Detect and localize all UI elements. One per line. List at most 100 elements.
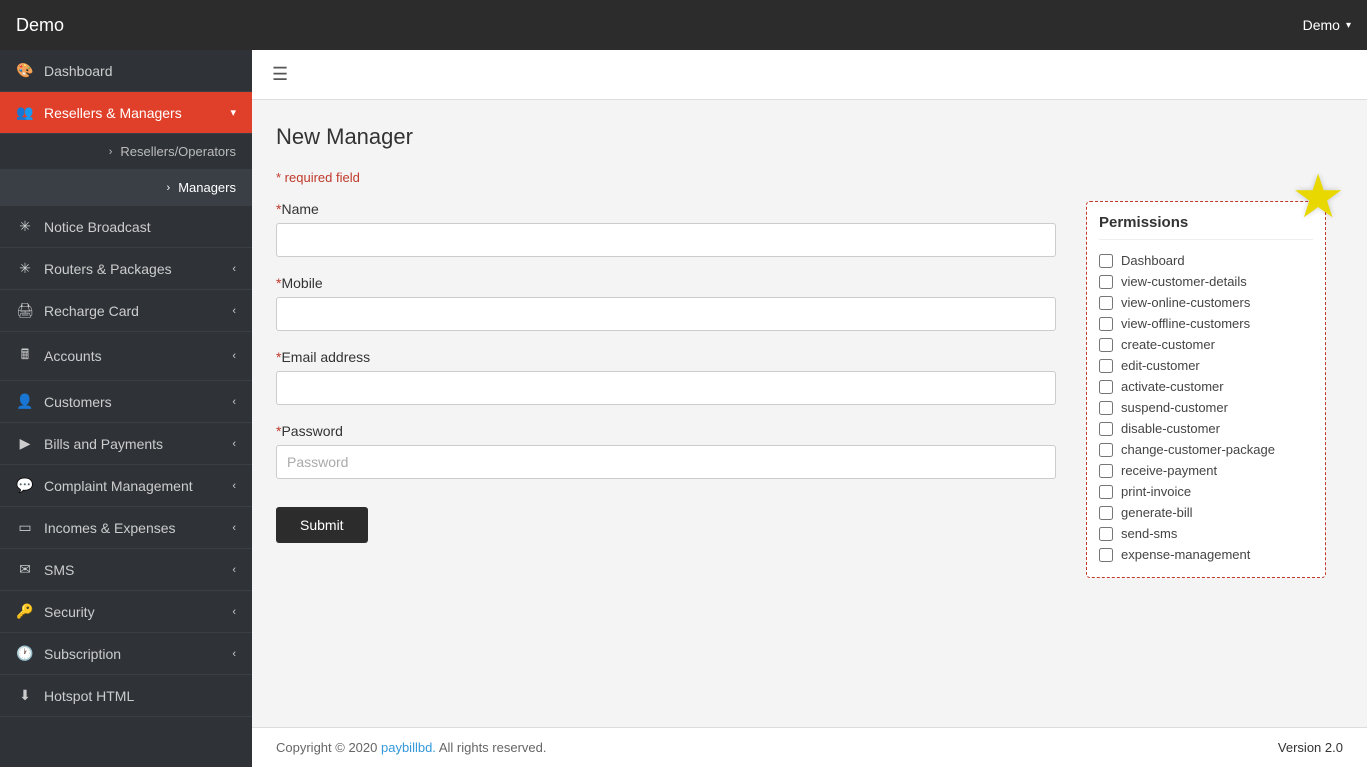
sidebar-item-label: Recharge Card <box>44 303 139 319</box>
permission-item-activate-customer: activate-customer <box>1099 376 1313 397</box>
permission-checkbox-disable-customer[interactable] <box>1099 422 1113 436</box>
main-content: ☰ New Manager * required field *Name *Mo… <box>252 50 1367 767</box>
permission-item-print-invoice: print-invoice <box>1099 481 1313 502</box>
sidebar-item-label: Security <box>44 604 95 620</box>
footer-brand-link[interactable]: paybillbd. <box>381 740 436 755</box>
sidebar-item-label: Notice Broadcast <box>44 219 151 235</box>
footer-version: Version 2.0 <box>1278 740 1343 755</box>
permission-label: send-sms <box>1121 526 1177 541</box>
permission-checkbox-change-customer-package[interactable] <box>1099 443 1113 457</box>
sidebar-item-label: SMS <box>44 562 74 578</box>
permission-label: view-customer-details <box>1121 274 1247 289</box>
sidebar-item-customers[interactable]: 👤 Customers ‹ <box>0 381 252 423</box>
name-label: *Name <box>276 201 1056 217</box>
permission-checkbox-view-offline-customers[interactable] <box>1099 317 1113 331</box>
password-input[interactable] <box>276 445 1056 479</box>
permission-item-send-sms: send-sms <box>1099 523 1313 544</box>
permission-checkbox-expense-management[interactable] <box>1099 548 1113 562</box>
user-menu[interactable]: Demo ▾ <box>1303 17 1351 33</box>
permission-label: change-customer-package <box>1121 442 1275 457</box>
sidebar-item-dashboard[interactable]: 🎨 Dashboard <box>0 50 252 92</box>
permission-checkbox-activate-customer[interactable] <box>1099 380 1113 394</box>
permission-item-generate-bill: generate-bill <box>1099 502 1313 523</box>
footer-copyright-text: Copyright © 2020 <box>276 740 377 755</box>
sidebar-item-notice-broadcast[interactable]: ✳ Notice Broadcast <box>0 206 252 248</box>
chevron-down-icon: ▾ <box>230 106 236 119</box>
permission-checkbox-create-customer[interactable] <box>1099 338 1113 352</box>
email-input[interactable] <box>276 371 1056 405</box>
permission-item-view-offline-customers: view-offline-customers <box>1099 313 1313 334</box>
sidebar-item-label: Incomes & Expenses <box>44 520 176 536</box>
permission-label: disable-customer <box>1121 421 1220 436</box>
notice-icon: ✳ <box>16 218 34 235</box>
permission-label: receive-payment <box>1121 463 1217 478</box>
sidebar-item-label: Hotspot HTML <box>44 688 134 704</box>
sidebar-item-incomes-expenses[interactable]: ▭ Incomes & Expenses ‹ <box>0 507 252 549</box>
sidebar-item-accounts[interactable]: 🖩 Accounts ‹ <box>0 332 252 381</box>
accounts-icon: 🖩 <box>16 344 34 368</box>
sidebar-item-label: Subscription <box>44 646 121 662</box>
recharge-icon: 🖨 <box>16 302 34 319</box>
permission-checkbox-print-invoice[interactable] <box>1099 485 1113 499</box>
permission-item-view-customer-details: view-customer-details <box>1099 271 1313 292</box>
password-label: *Password <box>276 423 1056 439</box>
incomes-icon: ▭ <box>16 519 34 536</box>
permission-checkbox-view-online-customers[interactable] <box>1099 296 1113 310</box>
chevron-right-icon: › <box>109 146 113 158</box>
permission-label: suspend-customer <box>1121 400 1228 415</box>
page-title: New Manager <box>276 124 1343 150</box>
sidebar-item-hotspot-html[interactable]: ⬇ Hotspot HTML <box>0 675 252 717</box>
sidebar-item-complaint-management[interactable]: 💬 Complaint Management ‹ <box>0 465 252 507</box>
permission-checkbox-suspend-customer[interactable] <box>1099 401 1113 415</box>
main-body: New Manager * required field *Name *Mobi… <box>252 100 1367 727</box>
chevron-right-icon: ‹ <box>232 396 236 408</box>
sidebar-item-label: Managers <box>178 180 236 195</box>
hamburger-icon[interactable]: ☰ <box>272 64 288 85</box>
permission-label: activate-customer <box>1121 379 1224 394</box>
submit-button[interactable]: Submit <box>276 507 368 543</box>
sidebar-item-sms[interactable]: ✉ SMS ‹ <box>0 549 252 591</box>
sidebar-item-routers-packages[interactable]: ✳ Routers & Packages ‹ <box>0 248 252 290</box>
security-icon: 🔑 <box>16 603 34 620</box>
sidebar-item-label: Dashboard <box>44 63 113 79</box>
sidebar-item-label: Complaint Management <box>44 478 193 494</box>
permission-label: generate-bill <box>1121 505 1193 520</box>
sidebar-item-label: Bills and Payments <box>44 436 163 452</box>
permission-item-create-customer: create-customer <box>1099 334 1313 355</box>
sidebar-item-security[interactable]: 🔑 Security ‹ <box>0 591 252 633</box>
permission-checkbox-receive-payment[interactable] <box>1099 464 1113 478</box>
sidebar-item-label: Routers & Packages <box>44 261 172 277</box>
permission-checkbox-generate-bill[interactable] <box>1099 506 1113 520</box>
footer-rights: All rights reserved. <box>439 740 547 755</box>
sidebar-item-label: Accounts <box>44 348 102 364</box>
permission-checkbox-edit-customer[interactable] <box>1099 359 1113 373</box>
sidebar-item-resellers-managers[interactable]: 👥 Resellers & Managers ▾ <box>0 92 252 134</box>
form-left: *Name *Mobile *Email address <box>276 201 1056 543</box>
name-input[interactable] <box>276 223 1056 257</box>
chevron-down-icon: ▾ <box>1346 20 1351 31</box>
permission-label: view-online-customers <box>1121 295 1250 310</box>
sidebar-item-bills-payments[interactable]: ▶ Bills and Payments ‹ <box>0 423 252 465</box>
permissions-title: Permissions <box>1099 214 1313 240</box>
permission-checkbox-view-customer-details[interactable] <box>1099 275 1113 289</box>
permission-label: view-offline-customers <box>1121 316 1250 331</box>
mobile-field-group: *Mobile <box>276 275 1056 331</box>
permissions-box: ★ Permissions Dashboard view-customer-de… <box>1086 201 1326 578</box>
chevron-right-icon: › <box>167 182 171 194</box>
mobile-input[interactable] <box>276 297 1056 331</box>
sidebar: 🎨 Dashboard 👥 Resellers & Managers ▾ › R… <box>0 50 252 767</box>
permission-checkbox-dashboard[interactable] <box>1099 254 1113 268</box>
chevron-right-icon: ‹ <box>232 350 236 362</box>
hotspot-icon: ⬇ <box>16 687 34 704</box>
required-note: * required field <box>276 170 1343 185</box>
email-field-group: *Email address <box>276 349 1056 405</box>
sidebar-item-subscription[interactable]: 🕐 Subscription ‹ <box>0 633 252 675</box>
permission-label: create-customer <box>1121 337 1215 352</box>
sidebar-item-resellers-operators[interactable]: › Resellers/Operators <box>0 134 252 170</box>
app-brand: Demo <box>16 15 64 36</box>
dashboard-icon: 🎨 <box>16 62 34 79</box>
sidebar-item-recharge-card[interactable]: 🖨 Recharge Card ‹ <box>0 290 252 332</box>
permission-checkbox-send-sms[interactable] <box>1099 527 1113 541</box>
chevron-right-icon: ‹ <box>232 480 236 492</box>
sidebar-item-managers[interactable]: › Managers <box>0 170 252 206</box>
